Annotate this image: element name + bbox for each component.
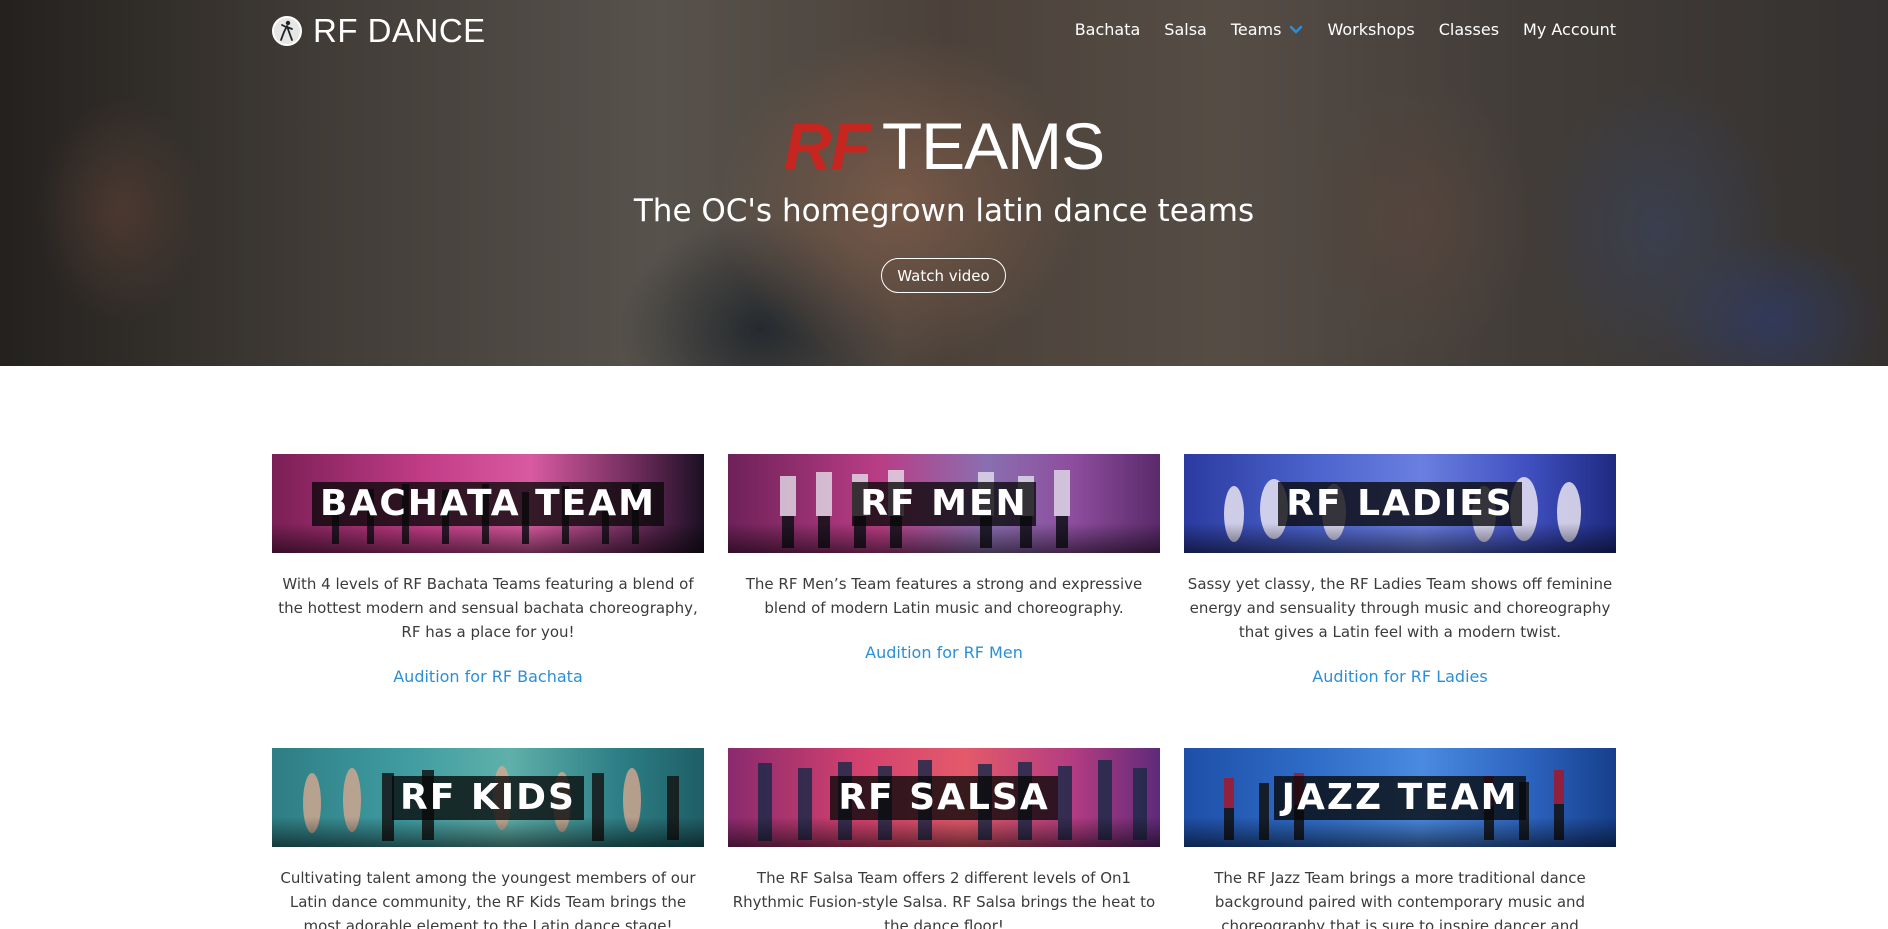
teams-grid: BACHATA TEAM With 4 levels of RF Bachata… [272, 454, 1616, 929]
team-banner-label: RF SALSA [830, 775, 1058, 820]
team-description: The RF Salsa Team offers 2 different lev… [732, 869, 1156, 929]
title-accent: RF [783, 109, 871, 183]
page-title: RF TEAMS [0, 108, 1888, 184]
nav-classes[interactable]: Classes [1439, 20, 1499, 39]
team-banner-jazz[interactable]: JAZZ TEAM [1184, 748, 1616, 847]
team-banner-salsa[interactable]: RF SALSA [728, 748, 1160, 847]
audition-ladies-link[interactable]: Audition for RF Ladies [1312, 667, 1487, 686]
team-description: Cultivating talent among the youngest me… [280, 869, 696, 929]
team-description: With 4 levels of RF Bachata Teams featur… [278, 575, 698, 641]
dancer-logo-icon [272, 16, 302, 46]
team-banner-bachata[interactable]: BACHATA TEAM [272, 454, 704, 553]
nav-teams[interactable]: Teams [1231, 20, 1304, 39]
watch-video-button[interactable]: Watch video [881, 258, 1006, 293]
team-banner-label: RF KIDS [392, 775, 584, 820]
page-subtitle: The OC's homegrown latin dance teams [633, 193, 1255, 229]
team-banner-label: BACHATA TEAM [312, 481, 664, 526]
team-card-jazz: JAZZ TEAM The RF Jazz Team brings a more… [1184, 748, 1616, 929]
team-description: Sassy yet classy, the RF Ladies Team sho… [1187, 575, 1613, 641]
team-banner-label: RF LADIES [1278, 481, 1522, 526]
team-description: The RF Men’s Team features a strong and … [745, 575, 1143, 617]
team-banner-ladies[interactable]: RF LADIES [1184, 454, 1616, 553]
team-banner-men[interactable]: RF MEN [728, 454, 1160, 553]
team-card-men: RF MEN The RF Men’s Team features a stro… [728, 454, 1160, 748]
nav-workshops[interactable]: Workshops [1327, 20, 1414, 39]
team-card-bachata: BACHATA TEAM With 4 levels of RF Bachata… [272, 454, 704, 748]
nav-my-account-label: My Account [1523, 20, 1616, 39]
nav-workshops-label: Workshops [1327, 20, 1415, 39]
nav-my-account[interactable]: My Account [1523, 20, 1616, 39]
main-nav: Bachata Salsa Teams Workshops Classes My… [1075, 20, 1616, 39]
nav-bachata[interactable]: Bachata [1075, 20, 1141, 39]
title-main: TEAMS [881, 109, 1105, 183]
audition-bachata-link[interactable]: Audition for RF Bachata [393, 667, 583, 686]
team-banner-kids[interactable]: RF KIDS [272, 748, 704, 847]
team-banner-label: RF MEN [852, 481, 1036, 526]
nav-classes-label: Classes [1438, 20, 1500, 39]
nav-salsa-label: Salsa [1164, 20, 1207, 39]
audition-men-link[interactable]: Audition for RF Men [865, 643, 1023, 662]
team-card-salsa: RF SALSA The RF Salsa Team offers 2 diff… [728, 748, 1160, 929]
site-logo[interactable]: RF DANCE [272, 12, 486, 50]
team-card-ladies: RF LADIES Sassy yet classy, the RF Ladie… [1184, 454, 1616, 748]
nav-salsa[interactable]: Salsa [1164, 20, 1207, 39]
team-banner-label: JAZZ TEAM [1273, 775, 1527, 820]
nav-bachata-label: Bachata [1074, 20, 1141, 39]
team-card-kids: RF KIDS Cultivating talent among the you… [272, 748, 704, 929]
hero-banner: RF DANCE Bachata Salsa Teams Workshops C… [0, 0, 1888, 366]
team-description: The RF Jazz Team brings a more tradition… [1214, 869, 1586, 929]
chevron-down-icon [1290, 25, 1303, 33]
site-name: RF DANCE [313, 12, 486, 49]
nav-teams-label: Teams [1230, 20, 1282, 39]
